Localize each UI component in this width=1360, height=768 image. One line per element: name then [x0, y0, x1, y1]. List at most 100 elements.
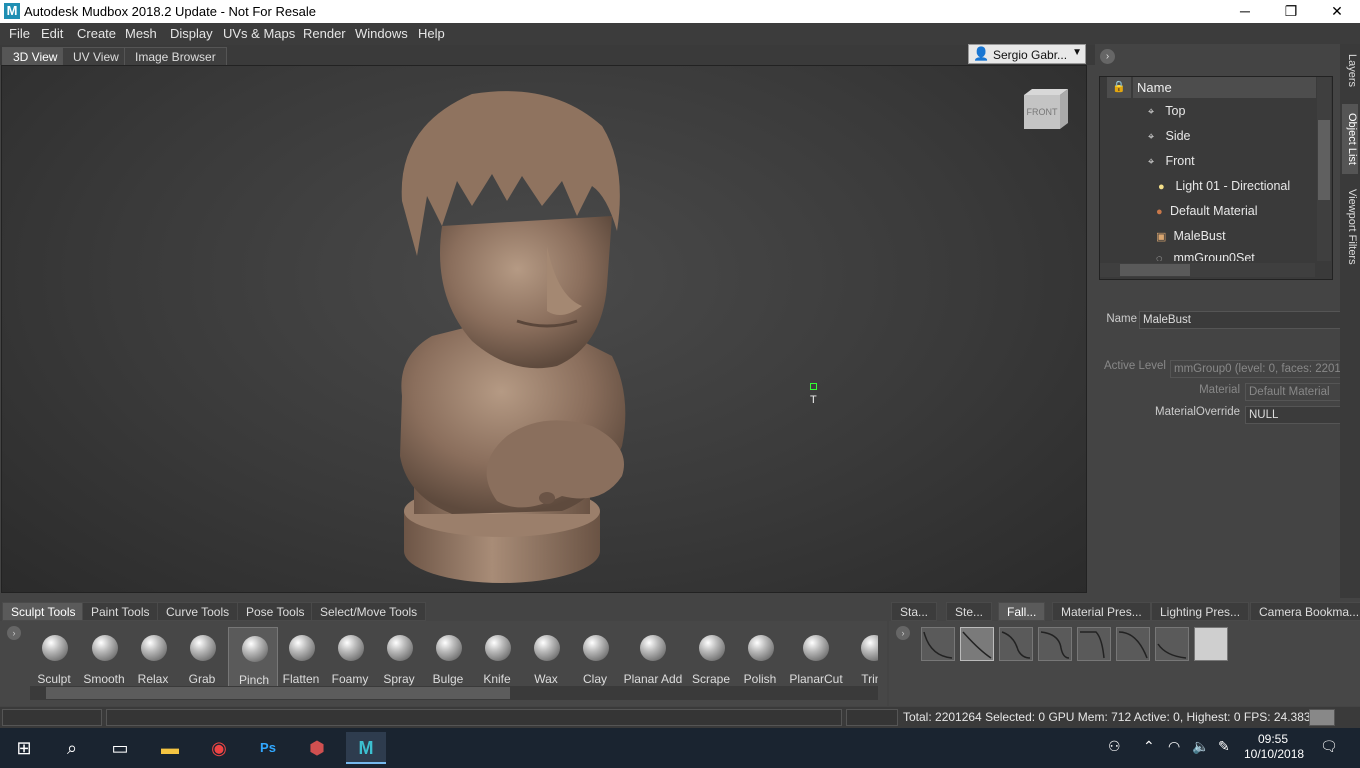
tool-planarcut[interactable]: PlanarCut [788, 627, 844, 687]
menu-display[interactable]: Display [170, 26, 213, 41]
menu-render[interactable]: Render [303, 26, 346, 41]
tray-collapse-button[interactable]: › [7, 626, 21, 640]
tab-stencil[interactable]: Ste... [946, 602, 993, 621]
clock-time: 09:55 [1257, 732, 1289, 746]
trim-icon [861, 635, 878, 661]
tool-tray-scroll-thumb[interactable] [46, 687, 510, 699]
menu-mesh[interactable]: Mesh [125, 26, 157, 41]
scrape-icon [699, 635, 725, 661]
material-label: Material [1199, 384, 1240, 396]
tab-layers[interactable]: Layers [1342, 50, 1358, 92]
tab-sculpt-tools[interactable]: Sculpt Tools [2, 602, 85, 621]
tool-smooth[interactable]: Smooth [79, 627, 129, 687]
spray-icon [387, 635, 413, 661]
wifi-icon[interactable]: ◠ [1168, 738, 1180, 755]
file-explorer-icon[interactable]: ▬ [150, 732, 190, 764]
tab-select-move-tools[interactable]: Select/Move Tools [311, 602, 427, 621]
close-button[interactable]: ✕ [1314, 0, 1360, 23]
3d-viewport[interactable]: FRONT T [1, 65, 1087, 593]
tab-3d-view[interactable]: 3D View [2, 47, 69, 65]
mudbox-taskbar-icon[interactable]: M [346, 732, 386, 764]
user-account-dropdown[interactable]: 👤 Sergio Gabr... ▼ [968, 44, 1086, 64]
tool-spray[interactable]: Spray [374, 627, 424, 687]
tab-falloff[interactable]: Fall... [998, 602, 1046, 621]
tool-flatten[interactable]: Flatten [276, 627, 326, 687]
minimize-button[interactable]: ─ [1222, 0, 1268, 23]
tool-grab[interactable]: Grab [177, 627, 227, 687]
name-field[interactable]: MaleBust [1139, 311, 1360, 329]
object-row-top[interactable]: ⌖ Top [1148, 104, 1185, 126]
tab-viewport-filters[interactable]: Viewport Filters [1342, 182, 1358, 272]
tab-camera-bookmarks[interactable]: Camera Bookma... [1250, 602, 1360, 621]
object-list-header-name[interactable]: Name [1133, 77, 1316, 98]
falloff-preset-1[interactable] [921, 627, 955, 661]
windows-start-icon[interactable]: ⊞ [4, 732, 44, 764]
view-cube[interactable]: FRONT [1022, 87, 1070, 131]
tool-clay[interactable]: Clay [570, 627, 620, 687]
pen-icon[interactable]: ✎ [1218, 738, 1230, 755]
object-row-default-material[interactable]: ● Default Material [1156, 204, 1258, 226]
taskbar-clock[interactable]: 09:55 10/10/2018 [1244, 732, 1304, 762]
dropdown-arrow-icon: ▼ [1072, 47, 1082, 58]
tool-foamy[interactable]: Foamy [325, 627, 375, 687]
tool-polish[interactable]: Polish [735, 627, 785, 687]
menu-file[interactable]: File [9, 26, 30, 41]
lock-icon[interactable]: 🔒 [1107, 77, 1131, 98]
tool-knife[interactable]: Knife [472, 627, 522, 687]
tool-bulge[interactable]: Bulge [423, 627, 473, 687]
tab-paint-tools[interactable]: Paint Tools [82, 602, 159, 621]
falloff-preset-6[interactable] [1116, 627, 1150, 661]
view-tabs: 3D View UV View Image Browser [0, 45, 1095, 65]
task-view-icon[interactable]: ▭ [100, 732, 140, 764]
tab-pose-tools[interactable]: Pose Tools [237, 602, 314, 621]
volume-icon[interactable]: 🔈 [1192, 738, 1209, 755]
tool-wax[interactable]: Wax [521, 627, 571, 687]
falloff-preset-2[interactable] [960, 627, 994, 661]
camera-icon: ⌖ [1148, 131, 1155, 143]
wax-icon [534, 635, 560, 661]
tool-planar-add[interactable]: Planar Add [620, 627, 686, 687]
maximize-button[interactable]: ❐ [1268, 0, 1314, 23]
falloff-preset-8[interactable] [1194, 627, 1228, 661]
falloff-preset-5[interactable] [1077, 627, 1111, 661]
mudbox-app-icon: M [4, 3, 20, 19]
search-icon[interactable]: ⌕ [52, 732, 92, 764]
horizontal-scroll-thumb[interactable] [1120, 264, 1190, 276]
tab-object-list[interactable]: Object List [1342, 104, 1358, 174]
tool-pinch[interactable]: Pinch [228, 627, 278, 687]
falloff-preset-3[interactable] [999, 627, 1033, 661]
object-row-side[interactable]: ⌖ Side [1148, 129, 1191, 151]
tab-lighting-presets[interactable]: Lighting Pres... [1151, 602, 1250, 621]
chrome-icon[interactable]: ◉ [199, 732, 239, 764]
tool-relax[interactable]: Relax [128, 627, 178, 687]
material-override-label: MaterialOverride [1155, 406, 1240, 418]
falloff-preset-4[interactable] [1038, 627, 1072, 661]
tool-trim[interactable]: Trim [848, 627, 878, 687]
object-row-light[interactable]: ● Light 01 - Directional [1158, 179, 1290, 201]
menu-create[interactable]: Create [77, 26, 116, 41]
object-row-malebust[interactable]: ▣ MaleBust [1156, 229, 1226, 251]
chevron-up-icon[interactable]: ⌃ [1143, 738, 1155, 755]
menu-windows[interactable]: Windows [355, 26, 408, 41]
menu-help[interactable]: Help [418, 26, 445, 41]
menu-uvs-maps[interactable]: UVs & Maps [223, 26, 295, 41]
tab-uv-view[interactable]: UV View [62, 47, 130, 65]
tool-scrape[interactable]: Scrape [686, 627, 736, 687]
3d-app-icon[interactable]: ⬢ [297, 732, 337, 764]
people-icon[interactable]: ⚇ [1108, 738, 1121, 755]
vertical-scroll-thumb[interactable] [1318, 120, 1330, 200]
object-row-mmgroup0set[interactable]: ◌ mmGroup0Set [1156, 251, 1255, 261]
notifications-icon[interactable]: 🗨 [1320, 738, 1338, 755]
object-row-front[interactable]: ⌖ Front [1148, 154, 1195, 176]
tab-material-presets[interactable]: Material Pres... [1052, 602, 1151, 621]
photoshop-icon[interactable]: Ps [248, 732, 288, 764]
tab-image-browser[interactable]: Image Browser [124, 47, 227, 65]
tab-curve-tools[interactable]: Curve Tools [157, 602, 239, 621]
tab-stamp[interactable]: Sta... [891, 602, 938, 621]
menu-edit[interactable]: Edit [41, 26, 63, 41]
tool-sculpt[interactable]: Sculpt [29, 627, 79, 687]
falloff-preset-7[interactable] [1155, 627, 1189, 661]
falloff-tray-collapse-button[interactable]: › [896, 626, 910, 640]
status-progress-box [1309, 709, 1335, 726]
collapse-panel-button[interactable]: › [1100, 49, 1115, 64]
